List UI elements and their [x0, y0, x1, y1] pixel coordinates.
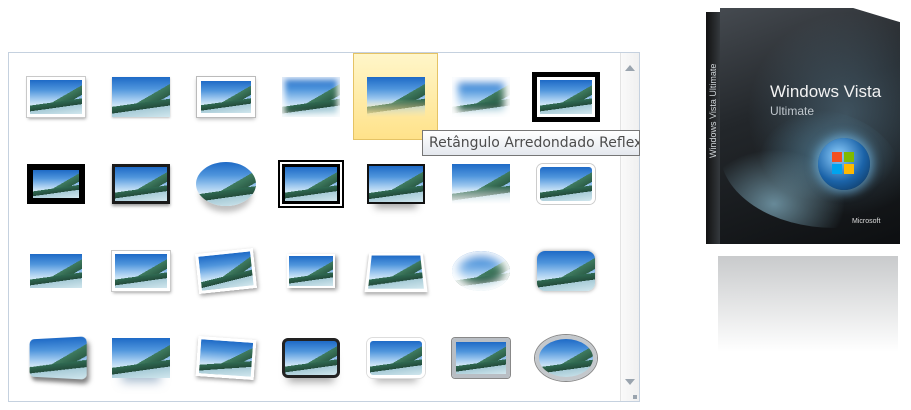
- landscape-thumbnail-icon: [366, 163, 425, 204]
- landscape-thumbnail-icon: [111, 76, 170, 117]
- gallery-scrollbar[interactable]: [620, 53, 639, 401]
- landscape-thumbnail-icon: [536, 250, 595, 291]
- landscape-thumbnail-icon: [194, 247, 257, 294]
- landscape-thumbnail-icon: [286, 253, 335, 288]
- landscape-thumbnail-icon: [26, 76, 85, 117]
- resize-grip-icon[interactable]: [633, 395, 637, 399]
- picture-style-option[interactable]: [268, 314, 353, 401]
- picture-style-option[interactable]: [268, 140, 353, 227]
- microsoft-logo: Microsoft: [852, 218, 881, 225]
- landscape-thumbnail-icon: [26, 250, 85, 291]
- landscape-thumbnail-icon: [195, 161, 256, 206]
- landscape-thumbnail-icon: [29, 335, 87, 380]
- style-tooltip: Retângulo Arredondado Reflexo: [422, 130, 640, 156]
- picture-style-option[interactable]: [268, 53, 353, 140]
- picture-style-option[interactable]: [353, 314, 438, 401]
- windows-vista-product-box: Windows Vista Ultimate Windows Vista Ult…: [706, 8, 906, 248]
- picture-style-option[interactable]: [438, 53, 523, 140]
- landscape-thumbnail-icon: [281, 76, 340, 117]
- picture-style-option[interactable]: [13, 314, 98, 401]
- picture-style-option[interactable]: [98, 314, 183, 401]
- picture-style-option[interactable]: [13, 227, 98, 314]
- landscape-thumbnail-icon: [366, 76, 425, 117]
- picture-style-option[interactable]: [268, 227, 353, 314]
- landscape-thumbnail-icon: [363, 252, 428, 292]
- picture-style-option[interactable]: [98, 140, 183, 227]
- landscape-thumbnail-icon: [111, 337, 170, 378]
- windows-logo-icon: [818, 138, 870, 190]
- picture-style-option[interactable]: [13, 53, 98, 140]
- picture-style-option[interactable]: [98, 53, 183, 140]
- landscape-thumbnail-icon: [196, 76, 255, 117]
- landscape-thumbnail-icon: [281, 337, 340, 378]
- picture-style-option[interactable]: [438, 227, 523, 314]
- landscape-thumbnail-icon: [451, 163, 510, 204]
- landscape-thumbnail-icon: [536, 163, 595, 204]
- picture-style-option[interactable]: [98, 227, 183, 314]
- landscape-thumbnail-icon: [366, 337, 425, 378]
- landscape-thumbnail-icon: [451, 337, 510, 378]
- picture-styles-grid: [9, 53, 621, 401]
- landscape-thumbnail-icon: [531, 71, 600, 122]
- box-reflection: [718, 256, 898, 352]
- landscape-thumbnail-icon: [451, 250, 510, 291]
- landscape-thumbnail-icon: [534, 334, 597, 381]
- picture-style-option[interactable]: [183, 53, 268, 140]
- picture-style-option[interactable]: [183, 140, 268, 227]
- landscape-thumbnail-icon: [279, 161, 342, 206]
- picture-styles-gallery: [8, 52, 640, 402]
- landscape-thumbnail-icon: [451, 76, 510, 117]
- picture-style-option[interactable]: [183, 314, 268, 401]
- picture-style-option[interactable]: [183, 227, 268, 314]
- scroll-up-icon[interactable]: [625, 65, 635, 71]
- picture-style-option[interactable]: [438, 314, 523, 401]
- landscape-thumbnail-icon: [111, 163, 170, 204]
- picture-style-option[interactable]: [523, 53, 608, 140]
- picture-style-option[interactable]: [13, 140, 98, 227]
- picture-style-option[interactable]: [523, 314, 608, 401]
- box-spine-label: Windows Vista Ultimate: [708, 63, 718, 158]
- box-title: Windows Vista: [770, 82, 882, 101]
- picture-style-option[interactable]: [353, 227, 438, 314]
- scroll-down-icon[interactable]: [625, 379, 635, 385]
- landscape-thumbnail-icon: [26, 163, 85, 204]
- box-edition: Ultimate: [770, 104, 815, 118]
- picture-style-option[interactable]: [523, 227, 608, 314]
- landscape-thumbnail-icon: [111, 250, 170, 291]
- landscape-thumbnail-icon: [195, 335, 256, 380]
- picture-style-option[interactable]: [353, 53, 438, 140]
